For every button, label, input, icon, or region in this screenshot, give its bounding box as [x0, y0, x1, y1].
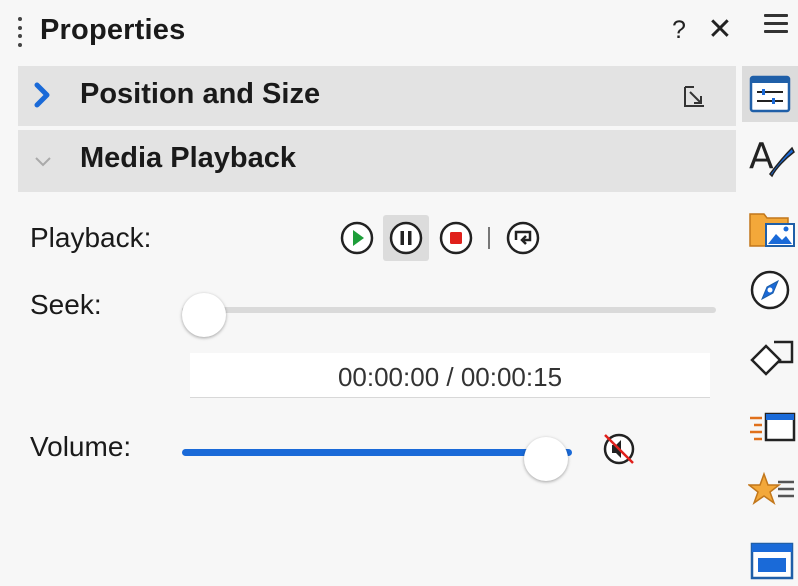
tab-navigator[interactable] — [742, 262, 798, 318]
time-display: 00:00:00 / 00:00:15 — [190, 353, 710, 398]
master-slides-icon — [750, 542, 794, 580]
slide-transition-icon — [750, 412, 796, 442]
section-label: Media Playback — [80, 142, 296, 174]
navigator-icon — [750, 270, 790, 310]
gallery-icon — [749, 213, 795, 247]
volume-slider-track[interactable] — [182, 449, 572, 456]
toolbar-separator — [488, 227, 490, 249]
shapes-icon — [750, 340, 794, 376]
tab-styles[interactable]: A — [742, 128, 798, 184]
seek-slider-handle[interactable] — [182, 293, 226, 337]
stop-button[interactable] — [433, 215, 479, 261]
styles-icon: A — [749, 136, 795, 178]
animation-icon — [748, 471, 794, 505]
expand-chevron-icon — [34, 82, 50, 108]
properties-panel: Properties ? ✕ Position and Size Media P… — [0, 0, 742, 582]
loop-button[interactable] — [500, 215, 546, 261]
playback-label: Playback: — [30, 222, 152, 253]
stop-icon — [439, 221, 473, 255]
tab-shapes[interactable] — [742, 328, 798, 384]
more-options-icon[interactable] — [682, 84, 708, 110]
close-button[interactable]: ✕ — [706, 12, 734, 48]
drag-handle[interactable] — [18, 17, 22, 47]
volume-slider-handle[interactable] — [524, 437, 569, 481]
sidebar-menu-button[interactable] — [764, 14, 788, 36]
pause-button[interactable] — [383, 215, 429, 261]
pause-icon — [389, 221, 423, 255]
play-button[interactable] — [334, 215, 380, 261]
collapse-chevron-icon — [35, 157, 51, 167]
help-button[interactable]: ? — [672, 16, 686, 45]
svg-text:A: A — [749, 136, 774, 177]
seek-slider-track[interactable] — [182, 307, 716, 313]
tab-gallery[interactable] — [742, 196, 798, 252]
seek-label: Seek: — [30, 289, 102, 320]
section-media-playback[interactable]: Media Playback — [18, 130, 736, 192]
mute-icon[interactable] — [600, 430, 638, 468]
volume-label: Volume: — [30, 431, 132, 462]
tab-properties[interactable] — [742, 66, 798, 122]
loop-icon — [506, 221, 540, 255]
play-icon — [340, 221, 374, 255]
section-position-size[interactable]: Position and Size — [18, 66, 736, 126]
tab-animation[interactable] — [742, 462, 798, 518]
properties-icon — [749, 75, 791, 113]
tab-slide-transition[interactable] — [742, 398, 798, 454]
time-text: 00:00:00 / 00:00:15 — [337, 362, 563, 392]
tab-master-slides[interactable] — [742, 530, 798, 586]
panel-title: Properties — [40, 14, 186, 46]
section-label: Position and Size — [80, 78, 321, 110]
